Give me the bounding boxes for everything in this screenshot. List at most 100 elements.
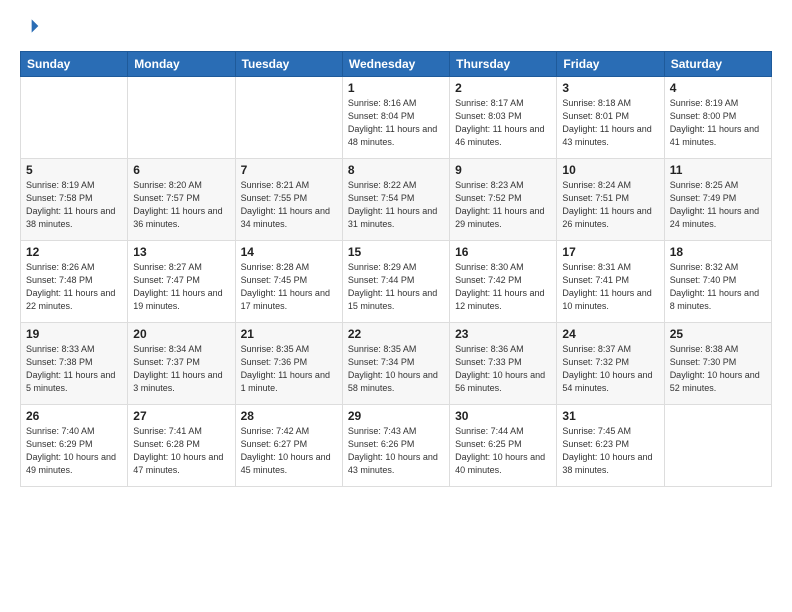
day-info: Sunrise: 8:25 AM Sunset: 7:49 PM Dayligh… <box>670 179 766 231</box>
day-info: Sunrise: 8:29 AM Sunset: 7:44 PM Dayligh… <box>348 261 444 313</box>
day-info: Sunrise: 8:31 AM Sunset: 7:41 PM Dayligh… <box>562 261 658 313</box>
day-number: 9 <box>455 163 551 177</box>
calendar: SundayMondayTuesdayWednesdayThursdayFrid… <box>20 51 772 487</box>
day-cell: 24Sunrise: 8:37 AM Sunset: 7:32 PM Dayli… <box>557 323 664 405</box>
day-info: Sunrise: 8:34 AM Sunset: 7:37 PM Dayligh… <box>133 343 229 395</box>
day-cell: 30Sunrise: 7:44 AM Sunset: 6:25 PM Dayli… <box>450 405 557 487</box>
day-cell: 5 Sunrise: 8:19 AM Sunset: 7:58 PM Daylig… <box>21 159 128 241</box>
day-number: 18 <box>670 245 766 259</box>
day-cell: 17 Sunrise: 8:31 AM Sunset: 7:41 PM Dayli… <box>557 241 664 323</box>
day-number: 26 <box>26 409 122 423</box>
weekday-header-row: SundayMondayTuesdayWednesdayThursdayFrid… <box>21 52 772 77</box>
day-number: 28 <box>241 409 337 423</box>
day-cell <box>664 405 771 487</box>
day-cell: 18 Sunrise: 8:32 AM Sunset: 7:40 PM Dayli… <box>664 241 771 323</box>
day-info: Sunrise: 8:37 AM Sunset: 7:32 PM Dayligh… <box>562 343 658 395</box>
day-info: Sunrise: 8:19 AM Sunset: 7:58 PM Dayligh… <box>26 179 122 231</box>
day-number: 12 <box>26 245 122 259</box>
day-cell: 19 Sunrise: 8:33 AM Sunset: 7:38 PM Dayli… <box>21 323 128 405</box>
day-number: 31 <box>562 409 658 423</box>
day-number: 20 <box>133 327 229 341</box>
day-number: 25 <box>670 327 766 341</box>
day-info: Sunrise: 8:24 AM Sunset: 7:51 PM Dayligh… <box>562 179 658 231</box>
weekday-header-tuesday: Tuesday <box>235 52 342 77</box>
day-number: 4 <box>670 81 766 95</box>
day-info: Sunrise: 8:16 AM Sunset: 8:04 PM Dayligh… <box>348 97 444 149</box>
day-info: Sunrise: 8:32 AM Sunset: 7:40 PM Dayligh… <box>670 261 766 313</box>
day-cell: 11 Sunrise: 8:25 AM Sunset: 7:49 PM Dayli… <box>664 159 771 241</box>
day-info: Sunrise: 8:38 AM Sunset: 7:30 PM Dayligh… <box>670 343 766 395</box>
day-cell: 12 Sunrise: 8:26 AM Sunset: 7:48 PM Dayli… <box>21 241 128 323</box>
day-number: 2 <box>455 81 551 95</box>
page: SundayMondayTuesdayWednesdayThursdayFrid… <box>0 0 792 612</box>
day-info: Sunrise: 8:19 AM Sunset: 8:00 PM Dayligh… <box>670 97 766 149</box>
day-cell: 8 Sunrise: 8:22 AM Sunset: 7:54 PM Daylig… <box>342 159 449 241</box>
day-number: 13 <box>133 245 229 259</box>
day-cell: 15 Sunrise: 8:29 AM Sunset: 7:44 PM Dayli… <box>342 241 449 323</box>
day-cell: 4 Sunrise: 8:19 AM Sunset: 8:00 PM Daylig… <box>664 77 771 159</box>
day-cell: 29Sunrise: 7:43 AM Sunset: 6:26 PM Dayli… <box>342 405 449 487</box>
day-info: Sunrise: 8:28 AM Sunset: 7:45 PM Dayligh… <box>241 261 337 313</box>
day-cell: 27 Sunrise: 7:41 AM Sunset: 6:28 PM Dayli… <box>128 405 235 487</box>
day-info: Sunrise: 8:30 AM Sunset: 7:42 PM Dayligh… <box>455 261 551 313</box>
day-number: 30 <box>455 409 551 423</box>
day-info: Sunrise: 8:21 AM Sunset: 7:55 PM Dayligh… <box>241 179 337 231</box>
day-cell: 10Sunrise: 8:24 AM Sunset: 7:51 PM Dayli… <box>557 159 664 241</box>
weekday-header-thursday: Thursday <box>450 52 557 77</box>
day-number: 15 <box>348 245 444 259</box>
day-cell: 1 Sunrise: 8:16 AM Sunset: 8:04 PM Daylig… <box>342 77 449 159</box>
week-row-3: 19 Sunrise: 8:33 AM Sunset: 7:38 PM Dayli… <box>21 323 772 405</box>
week-row-1: 5 Sunrise: 8:19 AM Sunset: 7:58 PM Daylig… <box>21 159 772 241</box>
day-number: 6 <box>133 163 229 177</box>
day-cell <box>235 77 342 159</box>
day-number: 1 <box>348 81 444 95</box>
day-number: 23 <box>455 327 551 341</box>
day-cell <box>21 77 128 159</box>
day-cell: 26 Sunrise: 7:40 AM Sunset: 6:29 PM Dayli… <box>21 405 128 487</box>
week-row-2: 12 Sunrise: 8:26 AM Sunset: 7:48 PM Dayli… <box>21 241 772 323</box>
day-info: Sunrise: 8:23 AM Sunset: 7:52 PM Dayligh… <box>455 179 551 231</box>
weekday-header-saturday: Saturday <box>664 52 771 77</box>
day-number: 17 <box>562 245 658 259</box>
day-cell: 14 Sunrise: 8:28 AM Sunset: 7:45 PM Dayli… <box>235 241 342 323</box>
day-info: Sunrise: 8:22 AM Sunset: 7:54 PM Dayligh… <box>348 179 444 231</box>
day-cell: 9 Sunrise: 8:23 AM Sunset: 7:52 PM Daylig… <box>450 159 557 241</box>
day-cell: 22Sunrise: 8:35 AM Sunset: 7:34 PM Dayli… <box>342 323 449 405</box>
day-cell: 20 Sunrise: 8:34 AM Sunset: 7:37 PM Dayli… <box>128 323 235 405</box>
header <box>20 16 772 41</box>
day-cell: 21Sunrise: 8:35 AM Sunset: 7:36 PM Dayli… <box>235 323 342 405</box>
logo <box>20 16 42 41</box>
day-number: 19 <box>26 327 122 341</box>
day-info: Sunrise: 8:36 AM Sunset: 7:33 PM Dayligh… <box>455 343 551 395</box>
day-info: Sunrise: 7:41 AM Sunset: 6:28 PM Dayligh… <box>133 425 229 477</box>
day-number: 11 <box>670 163 766 177</box>
week-row-4: 26 Sunrise: 7:40 AM Sunset: 6:29 PM Dayli… <box>21 405 772 487</box>
weekday-header-sunday: Sunday <box>21 52 128 77</box>
weekday-header-monday: Monday <box>128 52 235 77</box>
weekday-header-wednesday: Wednesday <box>342 52 449 77</box>
day-number: 3 <box>562 81 658 95</box>
day-cell: 16Sunrise: 8:30 AM Sunset: 7:42 PM Dayli… <box>450 241 557 323</box>
day-cell: 3 Sunrise: 8:18 AM Sunset: 8:01 PM Daylig… <box>557 77 664 159</box>
day-cell <box>128 77 235 159</box>
day-info: Sunrise: 7:45 AM Sunset: 6:23 PM Dayligh… <box>562 425 658 477</box>
day-cell: 6 Sunrise: 8:20 AM Sunset: 7:57 PM Daylig… <box>128 159 235 241</box>
day-info: Sunrise: 8:20 AM Sunset: 7:57 PM Dayligh… <box>133 179 229 231</box>
day-cell: 23 Sunrise: 8:36 AM Sunset: 7:33 PM Dayli… <box>450 323 557 405</box>
day-number: 8 <box>348 163 444 177</box>
day-info: Sunrise: 8:18 AM Sunset: 8:01 PM Dayligh… <box>562 97 658 149</box>
day-info: Sunrise: 8:33 AM Sunset: 7:38 PM Dayligh… <box>26 343 122 395</box>
day-info: Sunrise: 8:26 AM Sunset: 7:48 PM Dayligh… <box>26 261 122 313</box>
day-info: Sunrise: 7:43 AM Sunset: 6:26 PM Dayligh… <box>348 425 444 477</box>
week-row-0: 1 Sunrise: 8:16 AM Sunset: 8:04 PM Daylig… <box>21 77 772 159</box>
day-number: 7 <box>241 163 337 177</box>
day-info: Sunrise: 7:42 AM Sunset: 6:27 PM Dayligh… <box>241 425 337 477</box>
day-info: Sunrise: 7:40 AM Sunset: 6:29 PM Dayligh… <box>26 425 122 477</box>
day-info: Sunrise: 8:35 AM Sunset: 7:34 PM Dayligh… <box>348 343 444 395</box>
day-cell: 2Sunrise: 8:17 AM Sunset: 8:03 PM Daylig… <box>450 77 557 159</box>
day-cell: 28 Sunrise: 7:42 AM Sunset: 6:27 PM Dayli… <box>235 405 342 487</box>
logo-icon <box>20 16 40 36</box>
day-number: 27 <box>133 409 229 423</box>
day-number: 14 <box>241 245 337 259</box>
day-number: 5 <box>26 163 122 177</box>
